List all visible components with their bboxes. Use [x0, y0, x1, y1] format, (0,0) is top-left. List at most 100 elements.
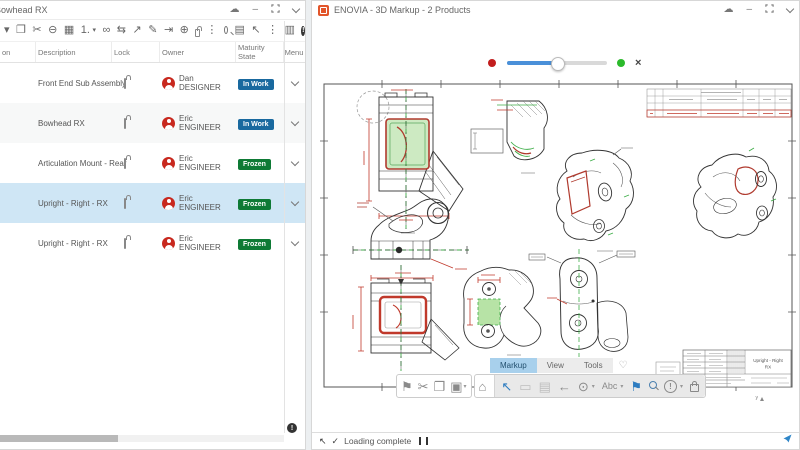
avatar	[162, 197, 175, 210]
copy-icon[interactable]: ❐	[16, 25, 26, 36]
window-title: ENOVIA - 3D Markup - 2 Products	[334, 5, 471, 15]
tab-view[interactable]: View	[537, 358, 574, 373]
parts-toolbar: ▾ ❐ ✂ ⊖ ▦ 1. ▾ ∞ ⇆ ↗ ✎ ⇥ ⊕ ⋮ ▤ ↖ ⋮ ▥ !	[0, 20, 305, 42]
technical-drawing: Upright - Right RX	[312, 56, 800, 401]
avatar	[162, 157, 175, 170]
lock-icon[interactable]	[195, 29, 199, 37]
status-badge: In Work	[238, 79, 274, 90]
caret-down-icon[interactable]: ▾	[620, 383, 623, 390]
info-icon[interactable]: !	[301, 26, 305, 36]
search-icon[interactable]	[224, 26, 228, 34]
stamp-tool-icon[interactable]: ⚑	[630, 380, 642, 393]
table-row[interactable]: Front End Sub Assembly Dan DESIGNER In W…	[0, 63, 305, 103]
row-menu-chevron-icon[interactable]	[291, 197, 299, 205]
owner-name: Eric ENGINEER	[179, 154, 236, 172]
row-menu-chevron-icon[interactable]	[291, 117, 299, 125]
markup-viewer-window: ENOVIA - 3D Markup - 2 Products ☁ – ×	[311, 0, 800, 450]
owner-name: Dan DESIGNER	[179, 74, 236, 92]
rectangle-tool-icon[interactable]: ▭	[519, 380, 531, 393]
lock-icon	[124, 78, 126, 89]
column-maturity-state[interactable]: Maturity State	[236, 42, 284, 62]
numbered-list-icon[interactable]: 1.	[81, 25, 90, 36]
caret-down-icon[interactable]: ▾	[592, 383, 595, 390]
table-icon[interactable]: ▥	[285, 25, 295, 36]
table-row[interactable]: Articulation Mount - Rear Eric ENGINEER …	[0, 143, 305, 183]
owner-name: Eric ENGINEER	[179, 234, 236, 252]
markup-tool-group: ⌂ ↖ ▭ ▤ ← ⊙ ▾ Abc ▾ ⚑ ! ▾	[474, 374, 706, 398]
select-markup-icon[interactable]: ↖	[501, 380, 512, 393]
part-description: Bowhead RX	[36, 119, 112, 128]
status-bar: ↖ ✓ Loading complete	[312, 432, 799, 449]
zoom-area-icon[interactable]	[649, 381, 657, 389]
favorite-heart-icon[interactable]: ♡	[619, 360, 628, 371]
share-icon[interactable]: ↗	[133, 25, 142, 36]
column-menu[interactable]: Menu	[284, 42, 304, 62]
minimize-icon[interactable]: –	[252, 5, 258, 15]
chevron-down-icon[interactable]	[786, 4, 794, 12]
column-owner[interactable]: Owner	[160, 42, 236, 62]
status-badge: In Work	[238, 119, 274, 130]
tab-tools[interactable]: Tools	[574, 358, 613, 373]
cloud-icon[interactable]: ☁	[723, 5, 733, 15]
back-arrow-icon[interactable]: ←	[558, 380, 571, 393]
markup-toolbar: ⚑ ✂ ❐ ▣ ▾ ⌂ ↖ ▭ ▤ ← ⊙ ▾ Abc ▾ ⚑	[396, 374, 706, 398]
right-titlebar: ENOVIA - 3D Markup - 2 Products ☁ –	[312, 1, 799, 20]
enovia-app-icon	[318, 5, 329, 16]
maximize-icon[interactable]	[765, 4, 774, 16]
axis-y-label: y	[756, 395, 759, 401]
avatar	[162, 237, 175, 250]
info-icon[interactable]: !	[287, 423, 297, 433]
lock-icon	[124, 118, 126, 129]
maximize-icon[interactable]	[271, 4, 280, 16]
select-icon[interactable]: ↖	[251, 25, 260, 36]
row-menu-chevron-icon[interactable]	[291, 237, 299, 245]
caret-down-icon[interactable]: ▾	[464, 383, 467, 390]
lock-tool-icon[interactable]	[690, 384, 699, 392]
kebab-menu-icon[interactable]: ⋮	[206, 25, 217, 36]
markup-stamp-icon[interactable]: ⚑	[401, 380, 413, 393]
lock-icon	[124, 158, 126, 169]
horizontal-scrollbar[interactable]	[0, 435, 284, 442]
caret-down-icon[interactable]: ▾	[92, 27, 96, 34]
link-icon[interactable]: ∞	[102, 25, 110, 36]
cloud-icon[interactable]: ☁	[229, 5, 239, 15]
avatar	[162, 117, 175, 130]
drawing-viewport[interactable]: ×	[312, 19, 799, 433]
tab-markup[interactable]: Markup	[490, 358, 537, 373]
column-description[interactable]: Description	[36, 42, 112, 62]
lock-icon	[124, 198, 126, 209]
edit-icon[interactable]: ✎	[148, 25, 157, 36]
table-row-selected[interactable]: Upright - Right - RX Eric ENGINEER Froze…	[0, 183, 305, 223]
table-row[interactable]: Bowhead RX Eric ENGINEER In Work	[0, 103, 305, 143]
kebab-menu-icon[interactable]: ⋮	[267, 25, 278, 36]
pause-icon[interactable]	[419, 437, 428, 445]
cut-icon[interactable]: ✂	[32, 25, 41, 36]
caret-down-icon[interactable]: ▾	[680, 383, 683, 390]
row-menu-chevron-icon[interactable]	[291, 77, 299, 85]
axis-triad-icon: y x	[756, 395, 785, 401]
cut-icon[interactable]: ✂	[418, 380, 429, 393]
owner-name: Eric ENGINEER	[179, 114, 236, 132]
grid-icon[interactable]: ▤	[234, 25, 244, 36]
compare-icon[interactable]: ⇆	[117, 25, 126, 36]
remove-icon[interactable]: ⊖	[48, 25, 57, 36]
add-user-icon[interactable]: ⊕	[180, 25, 189, 36]
paste-icon[interactable]: ▣	[450, 380, 462, 393]
table-row[interactable]: Upright - Right - RX Eric ENGINEER Froze…	[0, 223, 305, 263]
text-tool-icon[interactable]: Abc	[602, 382, 618, 391]
image-grid-icon[interactable]: ▦	[64, 25, 74, 36]
note-tool-icon[interactable]: ▤	[539, 380, 551, 393]
issue-icon[interactable]: !	[664, 380, 677, 393]
row-menu-chevron-icon[interactable]	[291, 157, 299, 165]
circle-tool-icon[interactable]: ⊙	[578, 380, 589, 393]
scrollbar-thumb[interactable]	[0, 435, 118, 442]
minimize-icon[interactable]: –	[746, 5, 752, 15]
compass-icon[interactable]	[782, 433, 793, 446]
caret-down-icon[interactable]: ▾	[4, 25, 10, 36]
copy-icon[interactable]: ❐	[434, 380, 446, 393]
chevron-down-icon[interactable]	[292, 4, 300, 12]
home-icon[interactable]: ⌂	[479, 380, 487, 393]
column-lock[interactable]: Lock	[112, 42, 160, 62]
export-icon[interactable]: ⇥	[164, 25, 173, 36]
column-truncated[interactable]: on	[0, 42, 36, 62]
